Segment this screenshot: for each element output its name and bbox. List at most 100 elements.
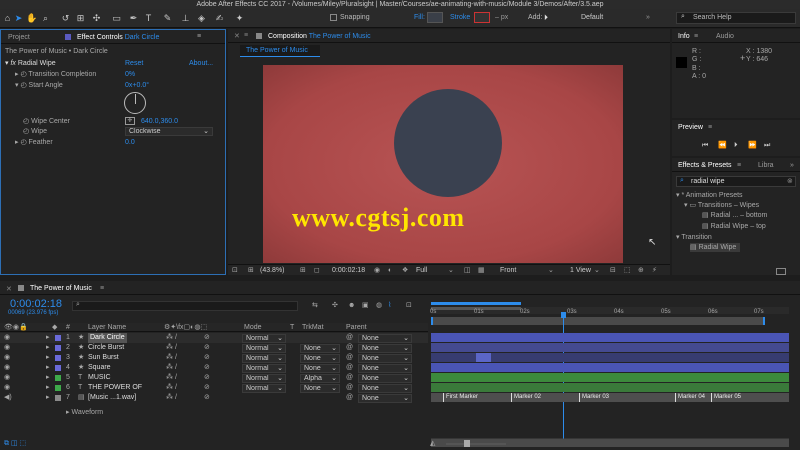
tab-audio[interactable]: Audio [716, 33, 734, 40]
pickwhip-icon[interactable]: @ [346, 393, 353, 403]
layer-marker[interactable]: Marker 04 [675, 393, 705, 402]
fast-preview-icon[interactable]: ⚡ [652, 266, 657, 275]
switch-icon[interactable]: ⁂ / [166, 363, 177, 373]
prop-wipe-center[interactable]: ◴ Wipe Center [23, 117, 70, 126]
eraser-tool-icon[interactable]: ◈ [196, 12, 207, 24]
stroke-label[interactable]: Stroke [450, 14, 470, 21]
eye-icon[interactable]: ◉ [4, 373, 10, 383]
work-area-bar[interactable] [431, 317, 765, 325]
rectangle-tool-icon[interactable]: ▭ [111, 12, 122, 24]
search-help-field[interactable]: ⌕ Search Help [676, 12, 796, 24]
home-icon[interactable]: ⌂ [2, 12, 13, 24]
tab-project[interactable]: Project [8, 34, 30, 41]
layout-icon[interactable]: ⊟ [610, 266, 616, 275]
layer-row[interactable]: ◉ ▸ 2 ★ Circle Burst ⁂ / ⊘ Normal ⌄ None ⌄ @ None ⌄ [0, 343, 428, 353]
tab-preview[interactable]: Preview [678, 124, 703, 131]
pickwhip-icon[interactable]: @ [346, 353, 353, 363]
view-dropdown[interactable]: Front [500, 266, 516, 275]
layer-mode-dropdown[interactable]: Normal ⌄ [242, 334, 286, 343]
expand-icon[interactable]: ▸ [46, 343, 50, 353]
tab-info[interactable]: Info [678, 33, 690, 40]
layer-mode-dropdown[interactable]: Normal ⌄ [242, 364, 286, 373]
motion-blur-icon[interactable]: ◍ [376, 301, 382, 310]
layer-row[interactable]: ◉ ▸ 5 T MUSIC ⁂ / ⊘ Normal ⌄ Alpha ⌄ @ None ⌄ [0, 373, 428, 383]
layer-marker[interactable]: Marker 02 [511, 393, 541, 402]
layer-name-header[interactable]: Layer Name [88, 323, 126, 332]
graph-editor-icon[interactable]: ⌇ [388, 301, 391, 310]
layer-marker[interactable]: Marker 03 [579, 393, 609, 402]
tree-animation-presets[interactable]: ▾ * Animation Presets [676, 191, 743, 200]
frame-blend-icon[interactable]: ▣ [362, 301, 369, 310]
crosshair-icon[interactable]: ✛ [125, 117, 135, 125]
type-tool-icon[interactable]: T [143, 12, 154, 24]
timeline-timecode[interactable]: 0:00:02:18 [10, 298, 62, 310]
layer-marker[interactable]: Marker 05 [711, 393, 741, 402]
layer-trkmat-dropdown[interactable]: None ⌄ [300, 384, 340, 393]
tab-timeline[interactable]: The Power of Music [30, 285, 92, 292]
layer-parent-dropdown[interactable]: None ⌄ [358, 354, 412, 363]
prop-start-angle[interactable]: ▾ ◴ Start Angle [15, 81, 63, 90]
switch-icon[interactable]: ⁂ / [166, 393, 177, 403]
layer-duration-bar[interactable] [431, 373, 789, 382]
play-icon[interactable]: ⏵ [734, 141, 738, 150]
rotate-tool-icon[interactable]: ↺ [60, 12, 71, 24]
motion-icon[interactable]: ⊘ [204, 353, 210, 363]
layer-row[interactable]: ◉ ▸ 1 ★ Dark Circle ⁂ / ⊘ Normal ⌄ @ None ⌄ [0, 333, 428, 343]
pickwhip-icon[interactable]: @ [346, 383, 353, 393]
stopwatch-icon[interactable]: ◴ [20, 71, 26, 78]
mask-icon[interactable]: ◻ [314, 266, 320, 275]
layer-name[interactable]: THE POWER OF [88, 383, 142, 393]
tree-transitions-wipes[interactable]: ▾ ▭ Transitions – Wipes [684, 201, 759, 210]
puppet-pin-icon[interactable]: ✦ [234, 12, 245, 24]
comp-viewer[interactable] [263, 65, 623, 263]
views-dropdown[interactable]: 1 View [570, 266, 591, 275]
angle-dial[interactable] [124, 92, 146, 114]
stopwatch-icon[interactable]: ◴ [20, 139, 26, 146]
hand-tool-icon[interactable]: ✋ [26, 12, 37, 24]
prop-start-angle-value[interactable]: 0x+0.0° [125, 81, 149, 90]
layer-parent-dropdown[interactable]: None ⌄ [358, 344, 412, 353]
switch-icon[interactable]: ⁂ / [166, 343, 177, 353]
snapping-checkbox[interactable] [330, 14, 337, 21]
layer-trkmat-dropdown[interactable]: None ⌄ [300, 364, 340, 373]
motion-icon[interactable]: ⊘ [204, 333, 210, 343]
roto-brush-icon[interactable]: ✍ [214, 12, 225, 24]
layer-label-swatch[interactable] [55, 335, 61, 341]
fill-label[interactable]: Fill: [414, 14, 425, 21]
channel-icon[interactable]: ❖ [402, 266, 408, 275]
tab-composition[interactable]: Composition The Power of Music [268, 33, 371, 40]
expand-icon[interactable]: ▸ [46, 393, 50, 403]
layer-mode-dropdown[interactable]: Normal ⌄ [242, 384, 286, 393]
add-play-icon[interactable]: ⏵ [544, 13, 548, 23]
expand-icon[interactable]: ▸ [46, 363, 50, 373]
grid-icon[interactable]: ⊞ [300, 266, 306, 275]
tree-radial-bottom[interactable]: ▤ Radial ... – bottom [702, 211, 767, 220]
prop-wipe-center-value[interactable]: 640.0,360.0 [141, 117, 178, 126]
stopwatch-icon[interactable]: ◴ [23, 128, 29, 135]
magnify-icon[interactable]: ⊞ [248, 266, 254, 275]
first-frame-icon[interactable]: ⏮ [702, 141, 708, 150]
motion-icon[interactable]: ⊘ [204, 393, 210, 403]
layer-mode-dropdown[interactable]: Normal ⌄ [242, 344, 286, 353]
layer-label-swatch[interactable] [55, 385, 61, 391]
selection-tool-icon[interactable]: ➤ [13, 12, 24, 24]
layer-label-swatch[interactable] [55, 395, 61, 401]
pickwhip-icon[interactable]: @ [346, 343, 353, 353]
eye-icon[interactable]: ◉ [4, 343, 10, 353]
layer-name[interactable]: [Music ...1.wav] [88, 393, 136, 403]
layer-parent-dropdown[interactable]: None ⌄ [358, 384, 412, 393]
flowchart-icon[interactable]: ⊕ [638, 266, 644, 275]
timeline-search[interactable]: ⌕ [72, 301, 298, 311]
pan-behind-icon[interactable]: ✣ [91, 12, 102, 24]
stopwatch-icon[interactable]: ◴ [20, 82, 26, 89]
snapshot-icon[interactable]: ◉ [374, 266, 380, 275]
resolution-dropdown[interactable]: Full [416, 266, 427, 275]
layer-trkmat-dropdown[interactable]: None ⌄ [300, 354, 340, 363]
layer-duration-bar[interactable] [431, 333, 789, 342]
layer-trkmat-dropdown[interactable]: None ⌄ [300, 344, 340, 353]
stroke-swatch[interactable] [474, 12, 490, 23]
expand-icon[interactable]: ▸ [46, 333, 50, 343]
effect-about-button[interactable]: About... [189, 59, 213, 68]
clear-icon[interactable]: ⊗ [787, 177, 793, 185]
eye-icon[interactable]: ◉ [4, 333, 10, 343]
